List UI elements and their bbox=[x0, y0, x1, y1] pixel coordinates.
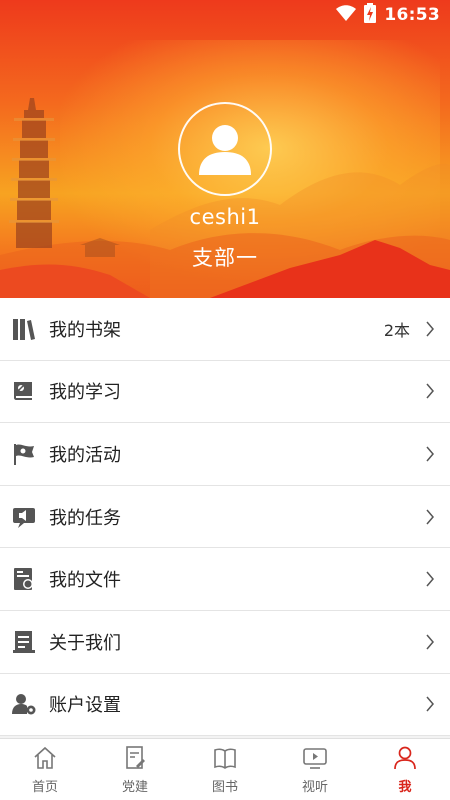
chevron-right-icon bbox=[424, 571, 436, 587]
tab-label: 我 bbox=[398, 780, 412, 795]
menu-item-activity[interactable]: 我的活动 bbox=[0, 423, 450, 486]
party-flag-icon bbox=[11, 441, 37, 467]
tab-books[interactable]: 图书 bbox=[180, 739, 270, 800]
menu-item-about[interactable]: 关于我们 bbox=[0, 610, 450, 674]
home-icon bbox=[32, 745, 58, 771]
menu-item-files[interactable]: 我的文件 bbox=[0, 548, 450, 611]
chevron-right-icon bbox=[424, 446, 436, 462]
battery-charging-icon bbox=[364, 3, 377, 27]
status-time: 16:53 bbox=[384, 5, 440, 25]
tab-party-build[interactable]: 党建 bbox=[90, 739, 180, 800]
task-announce-icon bbox=[11, 504, 37, 530]
avatar[interactable] bbox=[178, 102, 272, 196]
menu-item-bookshelf[interactable]: 我的书架 2本 bbox=[0, 298, 450, 361]
menu-item-task[interactable]: 我的任务 bbox=[0, 485, 450, 549]
study-book-icon bbox=[11, 378, 37, 404]
menu-label: 我的任务 bbox=[49, 507, 121, 529]
wifi-icon bbox=[336, 5, 357, 25]
tab-label: 首页 bbox=[31, 780, 58, 795]
tab-video[interactable]: 视听 bbox=[270, 739, 360, 800]
party-build-icon bbox=[122, 745, 148, 771]
menu-label: 我的学习 bbox=[49, 382, 121, 404]
menu-label: 我的活动 bbox=[49, 444, 121, 466]
user-avatar-icon bbox=[199, 125, 251, 175]
menu-label: 账户设置 bbox=[49, 695, 121, 717]
status-bar: 16:53 bbox=[0, 0, 450, 30]
file-document-icon bbox=[11, 566, 37, 592]
video-icon bbox=[302, 745, 328, 771]
chevron-right-icon bbox=[424, 696, 436, 712]
menu-item-account-settings[interactable]: 账户设置 bbox=[0, 673, 450, 737]
chevron-right-icon bbox=[424, 383, 436, 399]
menu-item-study[interactable]: 我的学习 bbox=[0, 360, 450, 424]
bookshelf-count: 2本 bbox=[383, 320, 410, 340]
chevron-right-icon bbox=[424, 509, 436, 525]
tab-label: 党建 bbox=[121, 780, 148, 795]
about-notebook-icon bbox=[11, 629, 37, 655]
branch-name: 支部一 bbox=[192, 246, 258, 270]
account-settings-icon bbox=[11, 691, 37, 717]
bookshelf-icon bbox=[11, 316, 37, 342]
profile-menu: 我的书架 2本 我的学习 我的活动 我的任务 我的文件 关于我们 账户设置 bbox=[0, 298, 450, 737]
person-icon bbox=[392, 745, 418, 771]
bottom-tab-bar: 首页 党建 图书 视听 我 bbox=[0, 738, 450, 800]
tab-home[interactable]: 首页 bbox=[0, 739, 90, 800]
chevron-right-icon bbox=[424, 634, 436, 650]
tab-label: 图书 bbox=[211, 780, 238, 795]
menu-label: 我的书架 bbox=[49, 319, 121, 341]
profile-header: 16:53 ceshi1 支部一 bbox=[0, 0, 450, 298]
chevron-right-icon bbox=[424, 321, 436, 337]
menu-label: 关于我们 bbox=[49, 632, 121, 654]
book-icon bbox=[212, 745, 238, 771]
menu-label: 我的文件 bbox=[49, 570, 121, 592]
tab-me[interactable]: 我 bbox=[360, 739, 450, 800]
tab-label: 视听 bbox=[301, 780, 328, 795]
username: ceshi1 bbox=[189, 205, 261, 229]
